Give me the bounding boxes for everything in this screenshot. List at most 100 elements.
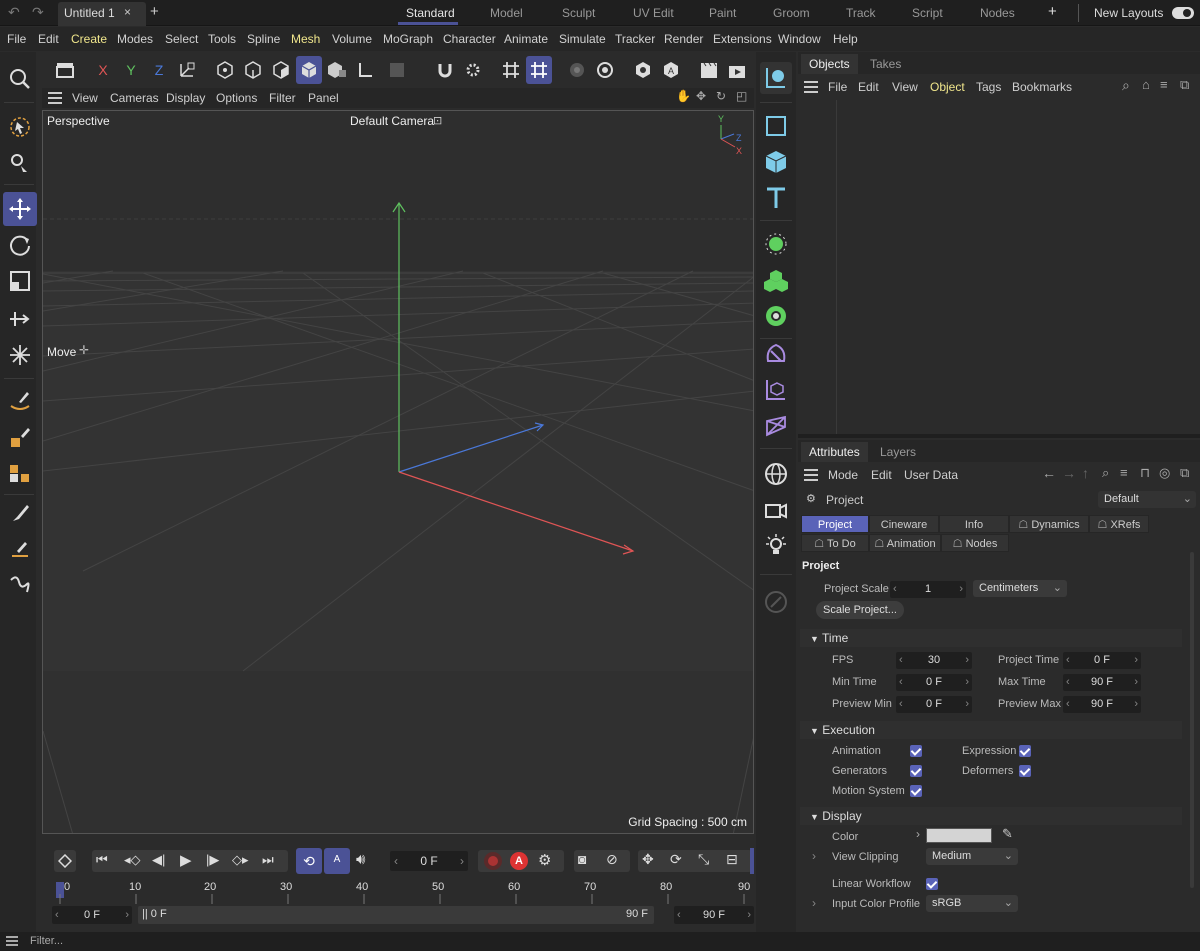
tab-layers[interactable]: Layers xyxy=(872,442,924,462)
polygons-mode-icon[interactable] xyxy=(268,56,294,84)
subtab-cineware[interactable]: Cineware xyxy=(869,515,939,533)
viewport-menu-display[interactable]: Display xyxy=(166,91,205,105)
live-selection-icon[interactable] xyxy=(3,110,37,144)
forward-arrow-icon[interactable]: → xyxy=(1062,465,1076,481)
expand-color-profile-icon[interactable]: › xyxy=(812,896,816,910)
subtab-animation[interactable]: ☖ Animation xyxy=(869,534,941,552)
spline-pen-icon[interactable] xyxy=(3,532,37,566)
input-color-profile-dropdown[interactable]: sRGB ⌄ xyxy=(926,895,1018,912)
transfer-tool-icon[interactable] xyxy=(3,302,37,336)
view-name-label[interactable]: Perspective xyxy=(47,114,110,128)
viewport-menu-panel[interactable]: Panel xyxy=(308,91,339,105)
camera-link-icon[interactable]: ⊡ xyxy=(433,114,442,127)
max-time-field[interactable]: ‹ 90 F › xyxy=(1063,674,1141,691)
menu-modes[interactable]: Modes xyxy=(117,32,153,46)
linear-workflow-checkbox[interactable] xyxy=(926,878,938,890)
menu-spline[interactable]: Spline xyxy=(247,32,280,46)
menu-mesh[interactable]: Mesh xyxy=(291,32,320,46)
search-icon[interactable] xyxy=(3,62,37,96)
layout-tab-standard[interactable]: Standard xyxy=(406,6,455,20)
add-layout-button[interactable]: + xyxy=(1048,3,1057,20)
search-objects-icon[interactable]: ⌕ xyxy=(1122,77,1130,94)
tab-attributes[interactable]: Attributes xyxy=(801,442,868,462)
objects-menu-edit[interactable]: Edit xyxy=(858,80,879,94)
x-axis-lock-button[interactable]: X xyxy=(90,56,116,84)
cloner-icon[interactable] xyxy=(760,264,792,296)
scale-tool-icon[interactable] xyxy=(3,264,37,298)
camera-label[interactable]: Default Camera xyxy=(350,114,434,128)
animation-checkbox[interactable] xyxy=(910,745,922,757)
menu-window[interactable]: Window xyxy=(778,32,821,46)
sketch-tool-icon[interactable] xyxy=(3,568,37,602)
menu-create[interactable]: Create xyxy=(71,32,107,46)
z-axis-lock-button[interactable]: Z xyxy=(146,56,172,84)
points-mode-icon[interactable] xyxy=(212,56,238,84)
expression-checkbox[interactable] xyxy=(1019,745,1031,757)
sound-icon[interactable]: 🔊︎ xyxy=(356,851,365,868)
render-region-icon[interactable] xyxy=(564,56,590,84)
filter-input[interactable]: Filter... xyxy=(30,935,63,947)
eyedropper-icon[interactable]: ✎ xyxy=(1002,826,1013,842)
object-mode-icon[interactable] xyxy=(52,56,78,84)
enable-snap-icon[interactable] xyxy=(432,56,458,84)
render-settings-icon[interactable] xyxy=(592,56,618,84)
axis-mode-icon[interactable] xyxy=(352,56,378,84)
attributes-menu-mode[interactable]: Mode xyxy=(828,468,858,482)
fps-field[interactable]: ‹ 30 › xyxy=(896,652,972,669)
grid-snap-icon[interactable] xyxy=(526,56,552,84)
filter-icon[interactable]: ≡ xyxy=(1160,77,1168,92)
attributes-menu-user-data[interactable]: User Data xyxy=(904,468,958,482)
menu-help[interactable]: Help xyxy=(833,32,858,46)
go-to-end-icon[interactable]: ⏭ xyxy=(262,852,274,868)
solo-mode-icon[interactable] xyxy=(384,56,410,84)
subtab-project[interactable]: Project xyxy=(801,515,869,533)
viewport-menu-filter[interactable]: Filter xyxy=(269,91,296,105)
make-editable-icon[interactable] xyxy=(630,56,656,84)
new-tab-button[interactable]: + xyxy=(150,3,159,20)
light-object-icon[interactable] xyxy=(760,530,792,562)
menu-character[interactable]: Character xyxy=(443,32,496,46)
field-icon[interactable] xyxy=(760,374,792,406)
document-tab[interactable]: Untitled 1 × xyxy=(58,2,146,26)
snap-settings-icon[interactable] xyxy=(460,56,486,84)
rotate-tool-icon[interactable] xyxy=(3,228,37,262)
scale-project-button[interactable]: Scale Project... xyxy=(816,601,904,619)
layout-tab-uv-edit[interactable]: UV Edit xyxy=(633,6,674,20)
menu-file[interactable]: File xyxy=(7,32,26,46)
status-hamburger-icon[interactable] xyxy=(6,936,18,946)
section-time-header[interactable]: ▼ Time xyxy=(800,629,1182,647)
subtab-dynamics[interactable]: ☖ Dynamics xyxy=(1009,515,1089,533)
workplane-icon[interactable] xyxy=(498,56,524,84)
menu-mograph[interactable]: MoGraph xyxy=(383,32,433,46)
tab-takes[interactable]: Takes xyxy=(862,54,909,74)
attributes-open-window-icon[interactable]: ⧉ xyxy=(1180,465,1189,481)
home-icon[interactable]: ⌂ xyxy=(1142,77,1150,92)
attributes-filter-icon[interactable]: ≡ xyxy=(1120,465,1128,480)
previous-key-icon[interactable]: ◂◇ xyxy=(124,852,141,868)
next-frame-icon[interactable]: |▶ xyxy=(206,852,219,868)
spline-deformer-icon[interactable] xyxy=(760,410,792,442)
hamburger-icon[interactable] xyxy=(48,92,62,104)
section-execution-header[interactable]: ▼ Execution xyxy=(800,721,1182,739)
objects-menu-file[interactable]: File xyxy=(828,80,847,94)
render-to-picture-viewer-icon[interactable] xyxy=(724,56,750,84)
objects-menu-view[interactable]: View xyxy=(892,80,918,94)
layout-tab-paint[interactable]: Paint xyxy=(709,6,736,20)
layout-tab-model[interactable]: Model xyxy=(490,6,523,20)
coordinate-system-icon[interactable] xyxy=(174,56,200,84)
subtab-todo[interactable]: ☖ To Do xyxy=(801,534,869,552)
keyframe-icon[interactable] xyxy=(54,850,76,872)
preview-min-field[interactable]: ‹ 0 F › xyxy=(896,696,972,713)
menu-volume[interactable]: Volume xyxy=(332,32,372,46)
key-interpolation-icon[interactable]: ⊘ xyxy=(606,851,618,868)
color-swatch[interactable] xyxy=(926,828,992,843)
viewport-menu-cameras[interactable]: Cameras xyxy=(110,91,159,105)
project-time-field[interactable]: ‹ 0 F › xyxy=(1063,652,1141,669)
cube-primitive-icon[interactable] xyxy=(760,146,792,178)
menu-render[interactable]: Render xyxy=(664,32,703,46)
menu-edit[interactable]: Edit xyxy=(38,32,59,46)
min-time-field[interactable]: ‹ 0 F › xyxy=(896,674,972,691)
edges-mode-icon[interactable] xyxy=(240,56,266,84)
up-arrow-icon[interactable]: ↑ xyxy=(1082,465,1089,481)
section-display-header[interactable]: ▼ Display xyxy=(800,807,1182,825)
